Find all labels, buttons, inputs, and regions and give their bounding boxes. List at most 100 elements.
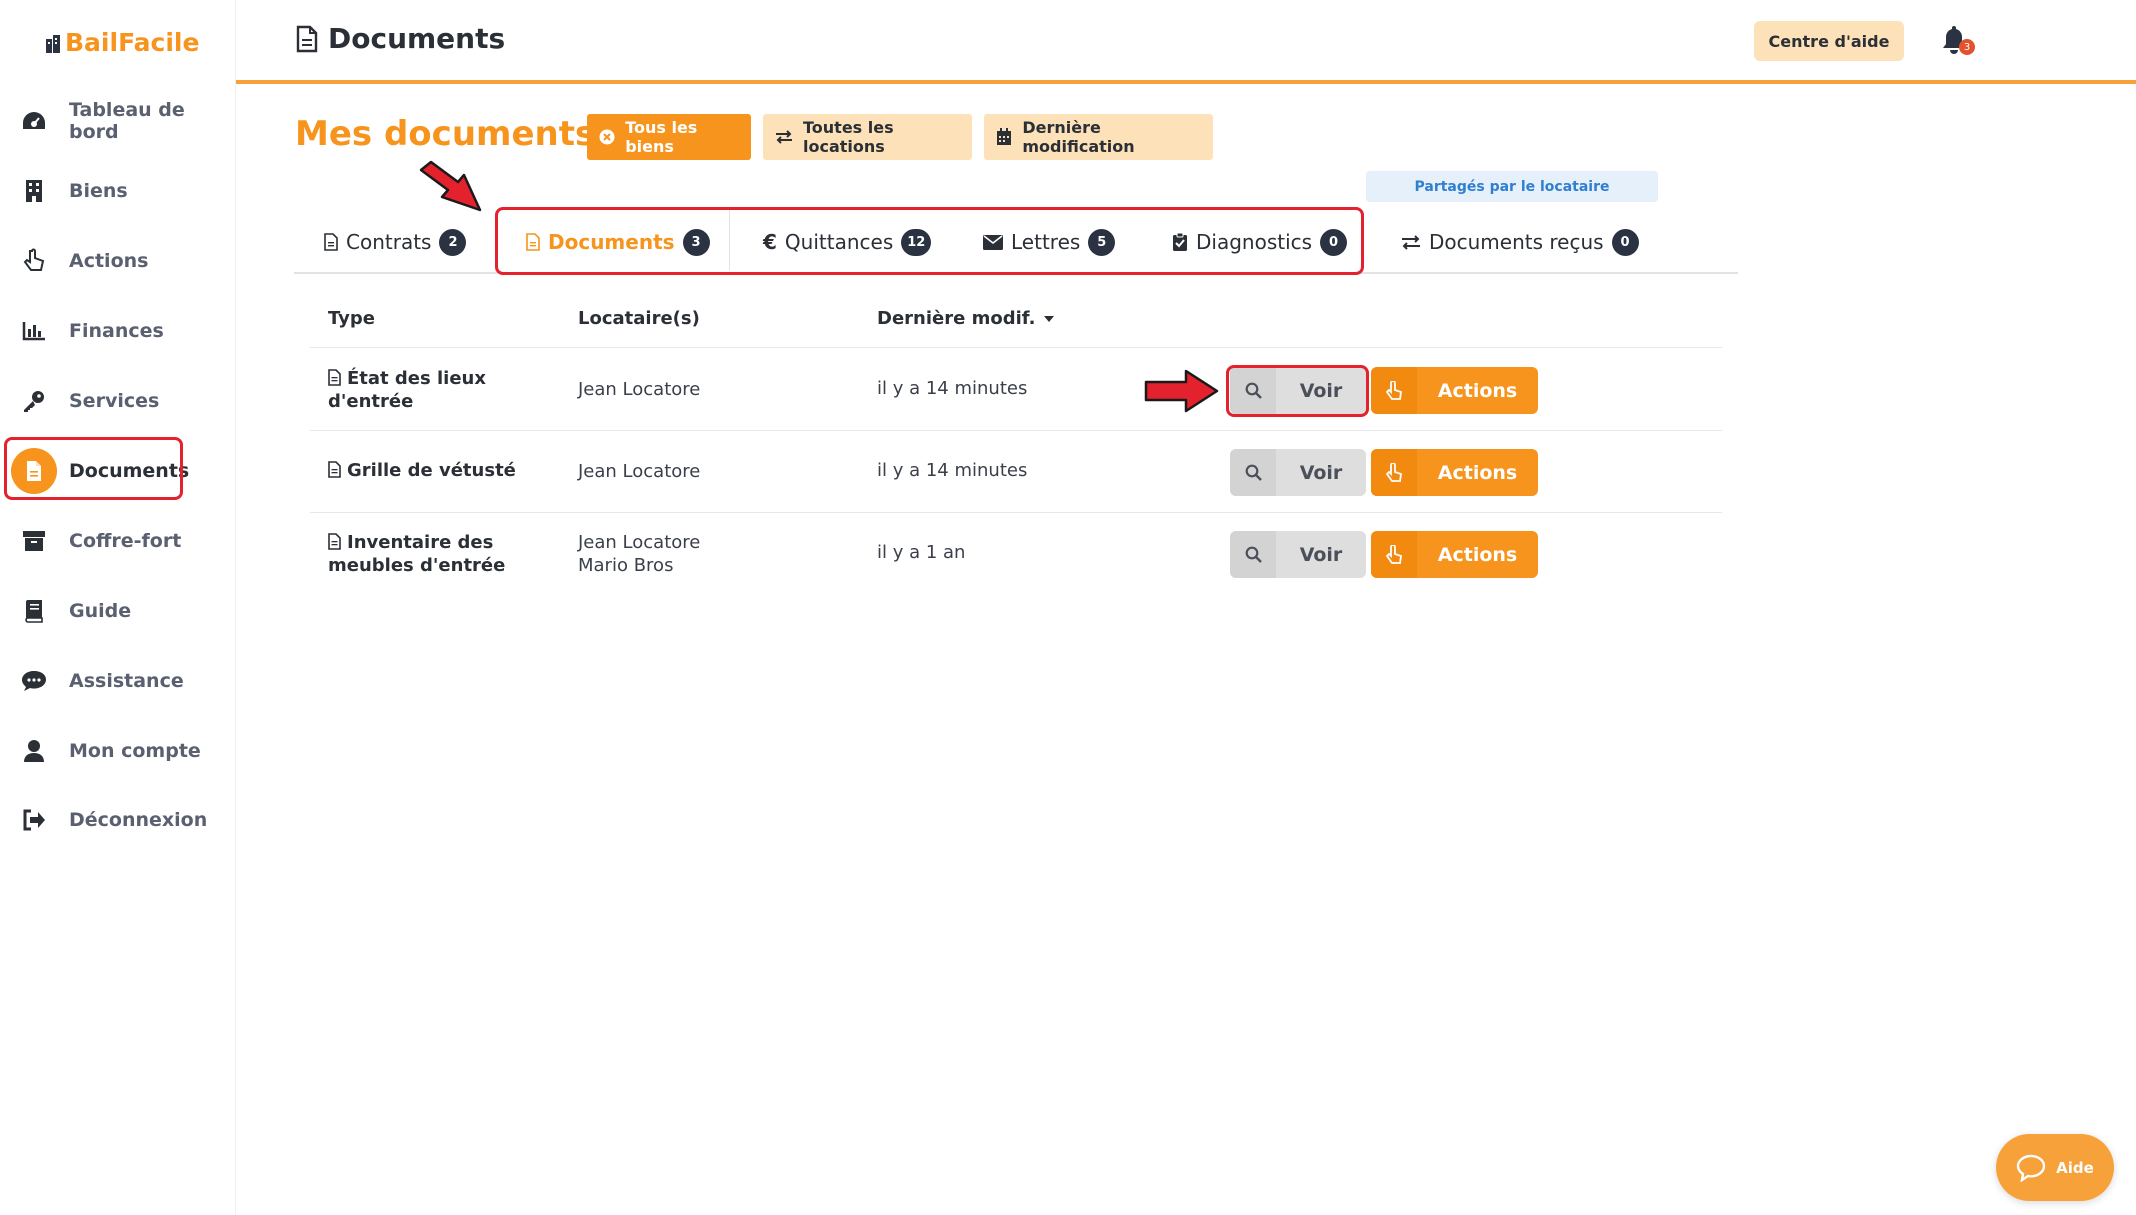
shared-by-tenant-badge: Partagés par le locataire <box>1366 171 1658 202</box>
sidebar-item-assistance[interactable]: Assistance <box>0 653 236 709</box>
row-type-line1: État des lieux <box>347 368 486 389</box>
filter-all-properties[interactable]: Tous les biens <box>587 114 751 160</box>
sidebar-item-coffre-fort[interactable]: Coffre-fort <box>0 513 236 569</box>
column-header-tenants: Locataire(s) <box>578 308 700 329</box>
sidebar-item-label: Tableau de bord <box>69 99 185 143</box>
sidebar-item-services[interactable]: Services <box>0 373 236 429</box>
file-icon <box>328 533 341 550</box>
notifications-button[interactable]: 3 <box>1940 24 1975 58</box>
sign-out-icon <box>20 806 48 834</box>
row-tenant: Jean Locatore <box>578 379 701 400</box>
row-type: État des lieux d'entrée <box>328 367 548 413</box>
sidebar: BailFacile Tableau de bord Biens Actions… <box>0 0 236 1215</box>
tab-label: Contrats <box>346 230 432 254</box>
filter-label: Dernière modification <box>1022 118 1135 156</box>
actions-button[interactable]: Actions <box>1371 449 1538 496</box>
help-chat-button[interactable]: Aide <box>1996 1134 2114 1201</box>
actions-button-label: Actions <box>1437 379 1518 402</box>
filter-all-rentals[interactable]: Toutes les locations <box>763 114 972 160</box>
clipboard-check-icon <box>1173 232 1187 251</box>
view-button[interactable]: Voir <box>1230 531 1366 578</box>
file-icon <box>296 25 318 52</box>
header: Documents Centre d'aide 3 <box>236 0 2136 84</box>
table-header: Type Locataire(s) Dernière modif. <box>310 300 1722 348</box>
key-icon <box>20 387 48 415</box>
file-icon <box>11 448 57 494</box>
row-date: il y a 1 an <box>877 542 966 563</box>
sidebar-item-label: Documents <box>69 460 190 482</box>
sidebar-item-label: Finances <box>69 320 164 342</box>
brand-name: BailFacile <box>65 28 200 57</box>
view-button-label: Voir <box>1299 461 1343 484</box>
sidebar-item-label: Déconnexion <box>69 809 208 831</box>
sidebar-item-documents[interactable]: Documents <box>0 443 236 499</box>
tab-quittances[interactable]: € Quittances 12 <box>763 212 932 272</box>
envelope-icon <box>983 234 1003 250</box>
tab-contrats[interactable]: Contrats 2 <box>324 212 467 272</box>
column-header-label: Dernière modif. <box>877 308 1036 329</box>
tab-label: Quittances <box>784 230 894 254</box>
tab-diagnostics[interactable]: Diagnostics 0 <box>1172 212 1348 272</box>
file-icon <box>328 461 341 478</box>
table-row: État des lieux d'entrée Jean Locatore il… <box>310 349 1722 431</box>
sidebar-item-biens[interactable]: Biens <box>0 163 236 219</box>
view-button-label: Voir <box>1299 379 1343 402</box>
tab-count-badge: 0 <box>1320 228 1348 256</box>
hand-pointer-icon <box>20 247 48 275</box>
brand-logo[interactable]: BailFacile <box>45 28 199 57</box>
row-type-line1: Grille de vétusté <box>347 460 516 481</box>
view-button[interactable]: Voir <box>1230 449 1366 496</box>
building-icon <box>20 177 48 205</box>
row-type: Inventaire des meubles d'entrée <box>328 531 548 577</box>
row-date: il y a 14 minutes <box>877 460 1028 481</box>
table-row: Inventaire des meubles d'entrée Jean Loc… <box>310 513 1722 595</box>
tab-label: Lettres <box>1011 230 1081 254</box>
hand-pointer-icon <box>1371 367 1417 414</box>
search-icon <box>1230 449 1276 496</box>
sidebar-item-label: Actions <box>69 250 149 272</box>
row-type-line2: meubles d'entrée <box>328 555 506 576</box>
row-type-line2: d'entrée <box>328 391 414 412</box>
row-tenants: Jean Locatore Mario Bros <box>578 531 700 577</box>
annotation-arrow-icon <box>419 160 482 212</box>
app: BailFacile Tableau de bord Biens Actions… <box>0 0 2136 1215</box>
row-type: Grille de vétusté <box>328 459 548 482</box>
sidebar-item-label: Mon compte <box>69 740 201 762</box>
column-header-type: Type <box>328 308 375 329</box>
sidebar-item-finances[interactable]: Finances <box>0 303 236 359</box>
actions-button[interactable]: Actions <box>1371 531 1538 578</box>
help-center-button[interactable]: Centre d'aide <box>1754 21 1904 61</box>
filter-label: Tous les biens <box>625 118 698 156</box>
row-date: il y a 14 minutes <box>877 378 1028 399</box>
actions-button[interactable]: Actions <box>1371 367 1538 414</box>
document-tabs: Contrats 2 Documents 3 € Quittances 12 L… <box>294 212 1738 274</box>
filter-label: Toutes les locations <box>803 118 894 156</box>
tab-lettres[interactable]: Lettres 5 <box>983 212 1116 272</box>
tab-documents[interactable]: Documents 3 <box>526 212 710 272</box>
sidebar-item-label: Biens <box>69 180 128 202</box>
sidebar-item-mon-compte[interactable]: Mon compte <box>0 723 236 779</box>
view-button[interactable]: Voir <box>1230 367 1366 414</box>
building-logo-icon <box>46 34 60 53</box>
sidebar-item-deconnexion[interactable]: Déconnexion <box>0 792 236 848</box>
sidebar-item-label: Assistance <box>69 670 184 692</box>
sidebar-item-actions[interactable]: Actions <box>0 233 236 289</box>
table-row: Grille de vétusté Jean Locatore il y a 1… <box>310 431 1722 513</box>
sidebar-item-tableau-de-bord[interactable]: Tableau de bord <box>0 93 236 149</box>
file-icon <box>328 369 341 386</box>
column-header-last-modified[interactable]: Dernière modif. <box>877 308 1055 329</box>
page-title-text: Documents <box>328 22 506 55</box>
hand-pointer-icon <box>1371 449 1417 496</box>
bar-chart-icon <box>20 317 48 345</box>
search-icon <box>1230 531 1276 578</box>
view-button-label: Voir <box>1299 543 1343 566</box>
tab-count-badge: 2 <box>439 228 467 256</box>
dashboard-icon <box>20 107 48 135</box>
sidebar-item-guide[interactable]: Guide <box>0 583 236 639</box>
chat-bubble-icon <box>2016 1154 2046 1182</box>
tab-documents-recus[interactable]: Documents reçus 0 <box>1401 212 1639 272</box>
sort-caret-down-icon <box>1044 315 1055 322</box>
row-tenant: Jean Locatore <box>578 532 701 553</box>
archive-icon <box>20 527 48 555</box>
filter-last-modified[interactable]: Dernière modification <box>984 114 1213 160</box>
